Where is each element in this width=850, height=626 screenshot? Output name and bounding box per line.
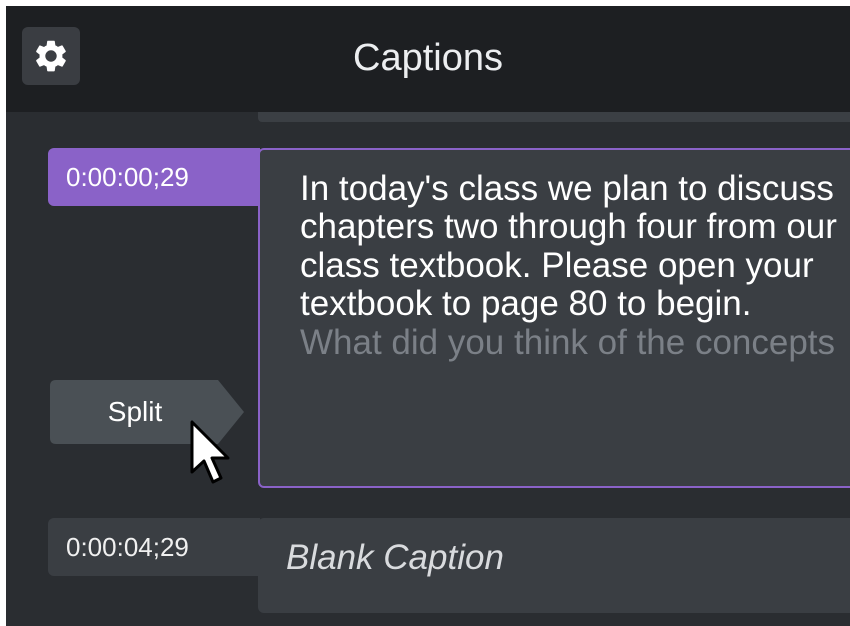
caption-text-current: In today's class we plan to discuss chap… xyxy=(300,169,837,324)
previous-caption-edge xyxy=(258,112,850,122)
caption-timestamp-selected[interactable]: 0:00:00;29 xyxy=(48,148,260,206)
blank-caption-placeholder: Blank Caption xyxy=(286,538,504,577)
captions-header: Captions xyxy=(6,6,850,112)
caption-text-field-selected[interactable]: In today's class we plan to discuss chap… xyxy=(258,148,850,488)
panel-title: Captions xyxy=(353,37,503,79)
caption-text-field[interactable]: Blank Caption xyxy=(258,518,850,613)
captions-panel: Captions 0:00:00;29 In today's class we … xyxy=(6,6,850,626)
mouse-pointer-icon xyxy=(190,420,230,484)
caption-timestamp[interactable]: 0:00:04;29 xyxy=(48,518,260,576)
caption-text-overflow: What did you think of the concepts xyxy=(300,322,836,362)
caption-text: In today's class we plan to discuss chap… xyxy=(300,169,840,362)
